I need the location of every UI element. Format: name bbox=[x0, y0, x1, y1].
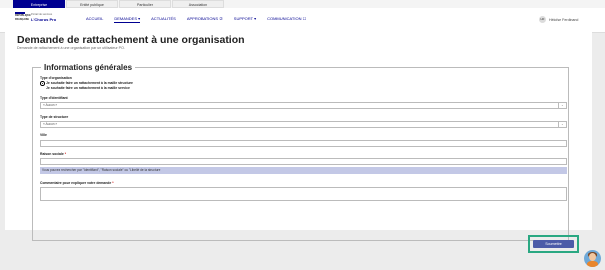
tab-association[interactable]: Association bbox=[172, 0, 224, 8]
republique-francaise-logo[interactable]: RÉPUBLIQUE FRANÇAISE bbox=[15, 12, 31, 28]
nav-demandes[interactable]: DEMANDES ▾ bbox=[114, 16, 141, 23]
company-label: Raison sociale * bbox=[40, 152, 67, 156]
identifier-label: Type d'identifiant bbox=[40, 96, 68, 100]
nav-support[interactable]: SUPPORT ▾ bbox=[234, 16, 256, 23]
radio-service-label: Je souhaite faire un rattachement à la m… bbox=[46, 86, 130, 91]
nav-accueil[interactable]: ACCUEIL bbox=[86, 16, 103, 23]
user-name: Héloïse Ferdinand bbox=[549, 17, 579, 22]
structure-type-select-value: « Aucun » bbox=[43, 122, 58, 126]
required-mark: * bbox=[64, 152, 67, 156]
avatar: HF bbox=[539, 16, 546, 23]
city-label: Ville bbox=[40, 133, 47, 137]
org-type-label: Type d'organisation bbox=[40, 76, 72, 80]
tab-entite-publique[interactable]: Entité publique bbox=[66, 0, 118, 8]
search-info-banner: Vous pouvez rechercher par "Identifiant"… bbox=[40, 167, 567, 174]
radio-service-row[interactable]: Je souhaite faire un rattachement à la m… bbox=[40, 86, 130, 91]
page-subtitle: Demande de rattachement à une organisati… bbox=[17, 46, 125, 50]
site-header: RÉPUBLIQUE FRANÇAISE Portail de services… bbox=[0, 8, 605, 33]
required-mark: * bbox=[112, 181, 114, 185]
radio-structure-label: Je souhaite faire un rattachement à la m… bbox=[46, 81, 133, 86]
portal-line: Portail de services bbox=[31, 13, 53, 16]
comment-textarea[interactable] bbox=[40, 187, 567, 201]
tab-entreprise[interactable]: Entreprise bbox=[13, 0, 65, 8]
user-menu[interactable]: HF Héloïse Ferdinand bbox=[539, 16, 578, 23]
nav-approbations[interactable]: APPROBATIONS ② bbox=[187, 16, 223, 23]
fieldset-legend: Informations générales bbox=[41, 63, 136, 72]
tab-particulier[interactable]: Particulier bbox=[119, 0, 171, 8]
assistant-avatar-icon[interactable] bbox=[584, 250, 601, 267]
general-info-fieldset bbox=[32, 67, 569, 241]
chevron-down-icon: ⌄ bbox=[558, 122, 566, 127]
nav-actualites[interactable]: ACTUALITÉS bbox=[151, 16, 176, 23]
main-nav: ACCUEIL DEMANDES ▾ ACTUALITÉS APPROBATIO… bbox=[86, 16, 317, 23]
submit-button[interactable]: Soumettre bbox=[533, 240, 574, 248]
portal-brand[interactable]: Portail de services L'Chorus Pro bbox=[31, 13, 56, 22]
nav-communication[interactable]: COMMUNICATION ☐ bbox=[267, 16, 306, 23]
city-input[interactable] bbox=[40, 140, 567, 147]
identifier-select-value: « Aucun » bbox=[43, 103, 58, 107]
main-card: Demande de rattachement à une organisati… bbox=[5, 32, 592, 241]
portal-name: L'Chorus Pro bbox=[31, 16, 57, 22]
identifier-select[interactable]: « Aucun » ⌄ bbox=[40, 102, 567, 109]
structure-type-select[interactable]: « Aucun » ⌄ bbox=[40, 121, 567, 128]
radio-structure[interactable] bbox=[40, 81, 45, 86]
company-input[interactable] bbox=[40, 158, 567, 165]
page-title: Demande de rattachement à une organisati… bbox=[17, 34, 245, 46]
structure-type-label: Type de structure bbox=[40, 115, 69, 119]
chevron-down-icon: ⌄ bbox=[558, 103, 566, 108]
top-tab-bar: Entreprise Entité publique Particulier A… bbox=[0, 0, 605, 8]
comment-label: Commentaire pour expliquer votre demande… bbox=[40, 181, 114, 185]
radio-structure-row[interactable]: Je souhaite faire un rattachement à la m… bbox=[40, 81, 133, 86]
